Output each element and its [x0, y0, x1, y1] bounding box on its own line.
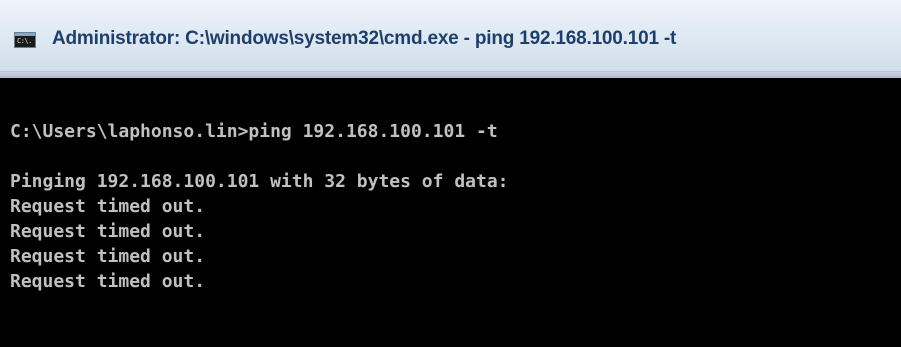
prompt-command-line: C:\Users\laphonso.lin>ping 192.168.100.1…: [10, 121, 498, 142]
response-line: Request timed out.: [10, 221, 206, 242]
title-bar[interactable]: C:\. Administrator: C:\windows\system32\…: [0, 0, 901, 78]
window-title: Administrator: C:\windows\system32\cmd.e…: [52, 28, 677, 49]
cmd-icon-bar: [15, 33, 35, 36]
cmd-icon-glyph: C:\.: [17, 37, 32, 45]
response-line: Request timed out.: [10, 271, 206, 292]
cmd-window: C:\. Administrator: C:\windows\system32\…: [0, 0, 901, 347]
cmd-icon[interactable]: C:\.: [14, 32, 36, 48]
console-area[interactable]: C:\Users\laphonso.lin>ping 192.168.100.1…: [0, 78, 901, 347]
title-bar-content: C:\. Administrator: C:\windows\system32\…: [0, 0, 901, 72]
pinging-status-line: Pinging 192.168.100.101 with 32 bytes of…: [10, 171, 509, 192]
response-line: Request timed out.: [10, 196, 206, 217]
title-bar-border: [0, 71, 901, 78]
response-line: Request timed out.: [10, 246, 206, 267]
